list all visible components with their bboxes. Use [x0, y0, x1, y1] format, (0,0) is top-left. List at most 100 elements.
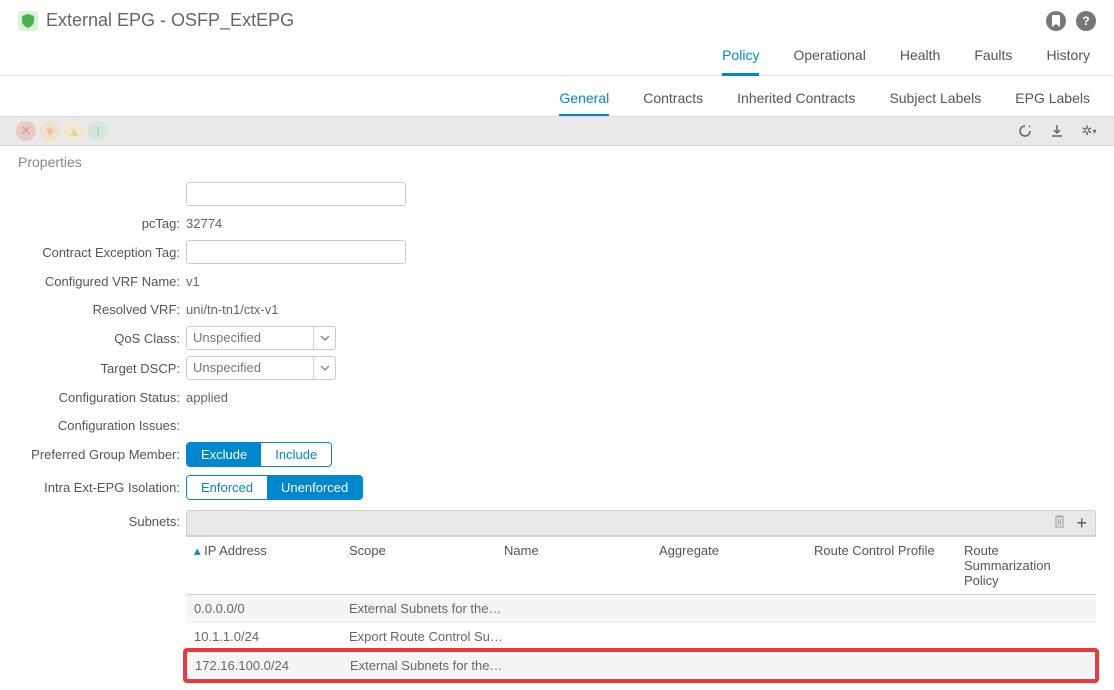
row-subnets: Subnets: + IP Address Scope Name Aggrega…: [18, 510, 1096, 680]
table-row[interactable]: 0.0.0.0/0 External Subnets for the E...: [186, 595, 1096, 623]
config-status-value: applied: [186, 390, 228, 405]
cell-scope: Export Route Control Subnet: [349, 629, 504, 644]
subnets-toolbar: +: [186, 510, 1096, 536]
resolved-vrf-label: Resolved VRF:: [18, 302, 186, 317]
configured-vrf-label: Configured VRF Name:: [18, 274, 186, 289]
row-config-status: Configuration Status: applied: [18, 386, 1096, 408]
subtab-epg-labels[interactable]: EPG Labels: [1015, 86, 1090, 116]
col-scope[interactable]: Scope: [349, 543, 504, 588]
contract-exception-label: Contract Exception Tag:: [18, 245, 186, 260]
fault-warn-icon[interactable]: i: [88, 121, 108, 141]
cell-route: [814, 629, 964, 644]
qos-class-label: QoS Class:: [18, 331, 186, 346]
page-title: External EPG - OSFP_ExtEPG: [46, 10, 294, 31]
preferred-group-toggle: Exclude Include: [186, 442, 332, 467]
chevron-down-icon: [313, 327, 335, 349]
isolation-unenforced[interactable]: Unenforced: [267, 476, 362, 499]
row-pctag: pcTag: 32774: [18, 212, 1096, 234]
fault-minor-icon[interactable]: ▲: [64, 121, 84, 141]
pctag-label: pcTag:: [18, 216, 186, 231]
table-row[interactable]: 172.16.100.0/24 External Subnets for the…: [187, 652, 1095, 679]
cell-route: [815, 658, 965, 673]
cell-name: [504, 601, 659, 616]
bookmark-icon[interactable]: [1046, 11, 1066, 31]
row-unknown-input: [18, 182, 1096, 206]
tab-operational[interactable]: Operational: [793, 41, 865, 76]
form-area: pcTag: 32774 Contract Exception Tag: Con…: [0, 178, 1114, 690]
unknown-input[interactable]: [186, 182, 406, 206]
row-preferred-group: Preferred Group Member: Exclude Include: [18, 442, 1096, 467]
fault-major-icon[interactable]: ▼: [40, 121, 60, 141]
highlighted-row: 172.16.100.0/24 External Subnets for the…: [183, 648, 1099, 683]
row-qos-class: QoS Class: Unspecified: [18, 326, 1096, 350]
row-isolation: Intra Ext-EPG Isolation: Enforced Unenfo…: [18, 475, 1096, 500]
chevron-down-icon: [313, 357, 335, 379]
tab-policy[interactable]: Policy: [722, 41, 759, 76]
secondary-tabs: General Contracts Inherited Contracts Su…: [0, 76, 1114, 116]
preferred-group-label: Preferred Group Member:: [18, 447, 186, 462]
cell-aggregate: [659, 601, 814, 616]
cell-name: [505, 658, 660, 673]
help-icon[interactable]: ?: [1076, 11, 1096, 31]
preferred-group-include[interactable]: Include: [261, 443, 331, 466]
cell-ip: 0.0.0.0/0: [194, 601, 349, 616]
subnets-table: + IP Address Scope Name Aggregate Route …: [186, 510, 1096, 680]
target-dscp-value: Unspecified: [187, 357, 313, 379]
cell-name: [504, 629, 659, 644]
subtab-contracts[interactable]: Contracts: [643, 86, 703, 116]
col-ip-address[interactable]: IP Address: [194, 543, 349, 588]
row-config-issues: Configuration Issues:: [18, 414, 1096, 436]
subtab-subject-labels[interactable]: Subject Labels: [889, 86, 981, 116]
col-name[interactable]: Name: [504, 543, 659, 588]
subnets-columns: IP Address Scope Name Aggregate Route Co…: [186, 536, 1096, 595]
fault-counters: ✕ ▼ ▲ i: [16, 121, 108, 141]
col-route-control[interactable]: Route Control Profile: [814, 543, 964, 588]
target-dscp-select[interactable]: Unspecified: [186, 356, 336, 380]
cell-summ: [964, 629, 1088, 644]
cell-scope: External Subnets for the E...: [350, 658, 505, 673]
row-target-dscp: Target DSCP: Unspecified: [18, 356, 1096, 380]
properties-heading: Properties: [0, 146, 1114, 178]
header-right: ?: [1046, 11, 1096, 31]
cell-summ: [964, 601, 1088, 616]
row-configured-vrf: Configured VRF Name: v1: [18, 270, 1096, 292]
col-aggregate[interactable]: Aggregate: [659, 543, 814, 588]
plus-icon[interactable]: +: [1076, 513, 1087, 534]
subtab-inherited-contracts[interactable]: Inherited Contracts: [737, 86, 855, 116]
row-contract-exception: Contract Exception Tag:: [18, 240, 1096, 264]
configured-vrf-value: v1: [186, 274, 200, 289]
resolved-vrf-value: uni/tn-tn1/ctx-v1: [186, 302, 279, 317]
header-left: External EPG - OSFP_ExtEPG: [18, 10, 294, 31]
cell-aggregate: [660, 658, 815, 673]
cell-summ: [965, 658, 1087, 673]
refresh-icon[interactable]: [1016, 122, 1034, 140]
tab-history[interactable]: History: [1046, 41, 1090, 76]
toolbar-actions: ✲▾: [1016, 122, 1098, 140]
fault-critical-icon[interactable]: ✕: [16, 121, 36, 141]
tab-faults[interactable]: Faults: [974, 41, 1012, 76]
table-row[interactable]: 10.1.1.0/24 Export Route Control Subnet: [186, 623, 1096, 651]
qos-class-value: Unspecified: [187, 327, 313, 349]
shield-icon: [18, 11, 38, 31]
primary-tabs: Policy Operational Health Faults History: [0, 37, 1114, 76]
subnets-label: Subnets:: [18, 510, 186, 680]
cell-scope: External Subnets for the E...: [349, 601, 504, 616]
qos-class-select[interactable]: Unspecified: [186, 326, 336, 350]
page-header: External EPG - OSFP_ExtEPG ?: [0, 0, 1114, 37]
tab-health[interactable]: Health: [900, 41, 940, 76]
cell-ip: 10.1.1.0/24: [194, 629, 349, 644]
preferred-group-exclude[interactable]: Exclude: [187, 443, 261, 466]
isolation-label: Intra Ext-EPG Isolation:: [18, 480, 186, 495]
tools-icon[interactable]: ✲▾: [1080, 122, 1098, 140]
row-resolved-vrf: Resolved VRF: uni/tn-tn1/ctx-v1: [18, 298, 1096, 320]
isolation-toggle: Enforced Unenforced: [186, 475, 363, 500]
cell-ip: 172.16.100.0/24: [195, 658, 350, 673]
toolbar: ✕ ▼ ▲ i ✲▾: [0, 116, 1114, 146]
contract-exception-input[interactable]: [186, 240, 406, 264]
subtab-general[interactable]: General: [559, 86, 609, 116]
col-route-summarization[interactable]: Route Summarization Policy: [964, 543, 1088, 588]
isolation-enforced[interactable]: Enforced: [187, 476, 267, 499]
download-icon[interactable]: [1048, 122, 1066, 140]
trash-icon[interactable]: [1053, 514, 1066, 532]
config-issues-label: Configuration Issues:: [18, 418, 186, 433]
